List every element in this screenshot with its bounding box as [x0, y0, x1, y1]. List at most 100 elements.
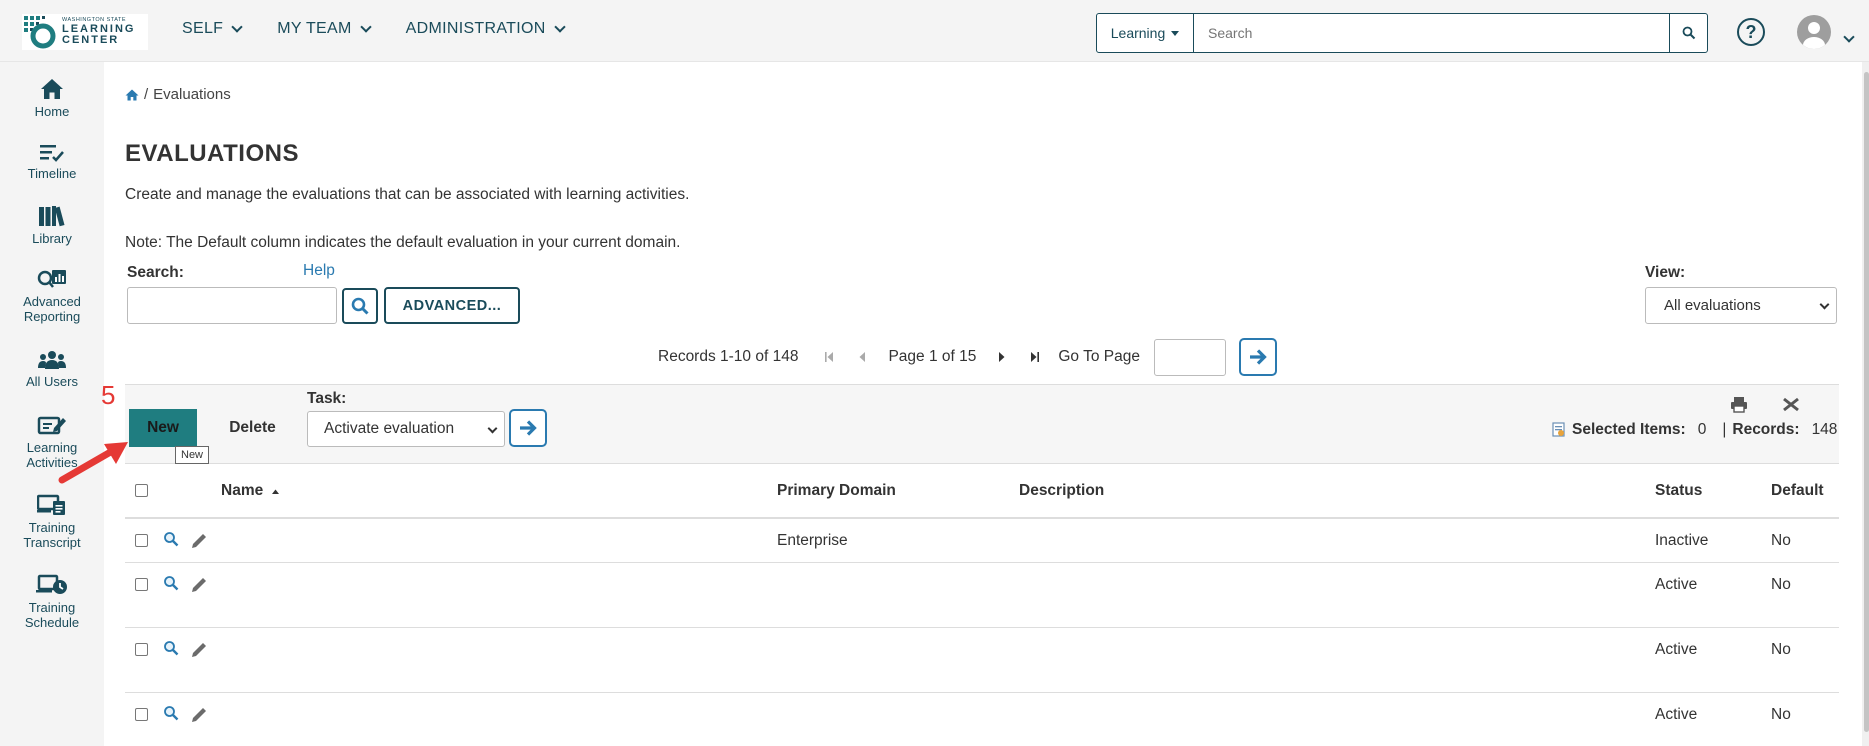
row-checkbox[interactable] [135, 643, 148, 656]
edit-pencil-icon[interactable] [190, 532, 208, 550]
sidebar-item-training-transcript[interactable]: Training Transcript [0, 494, 104, 550]
go-to-page-label: Go To Page [1058, 348, 1140, 365]
search-scope-dropdown[interactable]: Learning [1097, 14, 1194, 52]
cell-status: Active [1655, 706, 1698, 723]
print-icon[interactable] [1730, 396, 1748, 413]
transcript-icon [37, 494, 65, 515]
last-page-icon[interactable] [1030, 351, 1040, 363]
records-count: 148 [1811, 421, 1838, 438]
task-label: Task: [307, 390, 347, 407]
scrollbar-thumb[interactable] [1864, 72, 1869, 732]
column-header-description: Description [1019, 482, 1105, 499]
search-input[interactable] [127, 287, 337, 324]
selected-items-icon[interactable] [1552, 422, 1566, 438]
delete-button[interactable]: Delete [220, 409, 285, 447]
task-go-button[interactable] [509, 409, 547, 447]
avatar[interactable] [1797, 15, 1831, 49]
annotation-arrow-icon [58, 442, 128, 484]
view-select-value: All evaluations [1664, 297, 1761, 314]
sort-ascending-icon [271, 489, 279, 494]
row-checkbox[interactable] [135, 534, 148, 547]
nav-self-label: SELF [182, 20, 224, 37]
sidebar-item-advanced-reporting[interactable]: Advanced Reporting [0, 268, 104, 324]
view-details-icon[interactable] [163, 575, 179, 591]
column-header-name[interactable]: Name [221, 482, 280, 500]
chevron-down-icon [231, 20, 243, 33]
sidebar-item-label: Library [32, 231, 72, 246]
avatar-menu-toggle[interactable] [1843, 28, 1855, 46]
search-scope-label: Learning [1110, 25, 1166, 41]
sidebar-item-library[interactable]: Library [0, 205, 104, 246]
first-page-icon[interactable] [824, 351, 834, 363]
activities-icon [37, 416, 66, 435]
nav-administration-label: ADMINISTRATION [405, 20, 546, 37]
help-button[interactable]: ? [1737, 18, 1765, 46]
sidebar-item-label: Advanced Reporting [23, 294, 81, 324]
view-details-icon[interactable] [163, 705, 179, 721]
edit-pencil-icon[interactable] [190, 641, 208, 659]
row-checkbox[interactable] [135, 708, 148, 721]
sidebar: Home Timeline Library Advanced Reporting [0, 62, 104, 746]
go-to-page-button[interactable] [1238, 338, 1277, 376]
new-button[interactable]: New [129, 409, 197, 447]
arrow-right-icon [1249, 349, 1267, 365]
sidebar-item-timeline[interactable]: Timeline [0, 142, 104, 181]
cell-default: No [1771, 641, 1791, 658]
previous-page-icon[interactable] [858, 351, 866, 363]
breadcrumb: / Evaluations [125, 86, 231, 103]
library-icon [39, 206, 65, 227]
sidebar-item-label: Timeline [27, 166, 77, 181]
annotation-step-number: 5 [101, 380, 116, 410]
page-note: Note: The Default column indicates the d… [125, 234, 681, 251]
nav-my-team[interactable]: MY TEAM [277, 20, 372, 38]
selection-summary: Selected Items: 0 | Records: 148 [1552, 421, 1837, 439]
export-excel-icon[interactable] [1782, 396, 1800, 413]
caret-down-icon [1171, 30, 1180, 36]
nav-administration[interactable]: ADMINISTRATION [405, 20, 566, 38]
cell-status: Inactive [1655, 532, 1709, 549]
sidebar-item-label: Training Schedule [24, 600, 80, 630]
home-breadcrumb-icon[interactable] [125, 89, 139, 101]
page-description: Create and manage the evaluations that c… [125, 186, 690, 203]
schedule-icon [36, 574, 67, 594]
help-icon: ? [1745, 21, 1757, 42]
edit-pencil-icon[interactable] [190, 706, 208, 724]
chevron-down-icon [1843, 31, 1855, 43]
sidebar-item-all-users[interactable]: All Users [0, 350, 104, 389]
advanced-search-button[interactable]: ADVANCED... [384, 287, 520, 324]
sidebar-item-home[interactable]: Home [0, 78, 104, 119]
column-header-name-label: Name [221, 482, 264, 499]
help-link[interactable]: Help [303, 262, 335, 280]
edit-pencil-icon[interactable] [190, 576, 208, 594]
select-all-checkbox[interactable] [135, 484, 148, 497]
task-select[interactable]: Activate evaluation [307, 411, 505, 447]
reporting-icon [37, 270, 66, 288]
sidebar-item-label: Home [34, 104, 70, 119]
logo[interactable]: WASHINGTON STATE LEARNING CENTER [22, 14, 148, 50]
column-header-status: Status [1655, 482, 1703, 499]
search-button[interactable] [342, 288, 378, 324]
view-details-icon[interactable] [163, 640, 179, 656]
sidebar-item-training-schedule[interactable]: Training Schedule [0, 574, 104, 630]
global-search-button[interactable] [1669, 14, 1707, 52]
row-checkbox[interactable] [135, 578, 148, 591]
selected-items-count: 0 [1697, 421, 1707, 438]
cell-default: No [1771, 576, 1791, 593]
user-avatar-icon [1803, 22, 1825, 49]
global-search: Learning [1096, 13, 1708, 53]
chevron-down-icon [359, 20, 372, 33]
go-to-page-input[interactable] [1153, 338, 1226, 376]
view-select[interactable]: All evaluations [1645, 287, 1837, 324]
next-page-icon[interactable] [998, 351, 1006, 363]
global-search-input[interactable] [1194, 14, 1669, 52]
pagination: Records 1-10 of 148 Page 1 of 15 Go To P… [658, 338, 1277, 376]
nav-self[interactable]: SELF [182, 20, 243, 38]
chevron-down-icon [553, 20, 566, 33]
table-row: Active No [125, 563, 1839, 628]
breadcrumb-separator: / [144, 86, 149, 103]
chevron-down-icon [1819, 299, 1830, 310]
view-details-icon[interactable] [163, 531, 179, 547]
cell-primary-domain: Enterprise [777, 532, 848, 549]
cell-default: No [1771, 706, 1791, 723]
search-icon [1682, 26, 1695, 40]
